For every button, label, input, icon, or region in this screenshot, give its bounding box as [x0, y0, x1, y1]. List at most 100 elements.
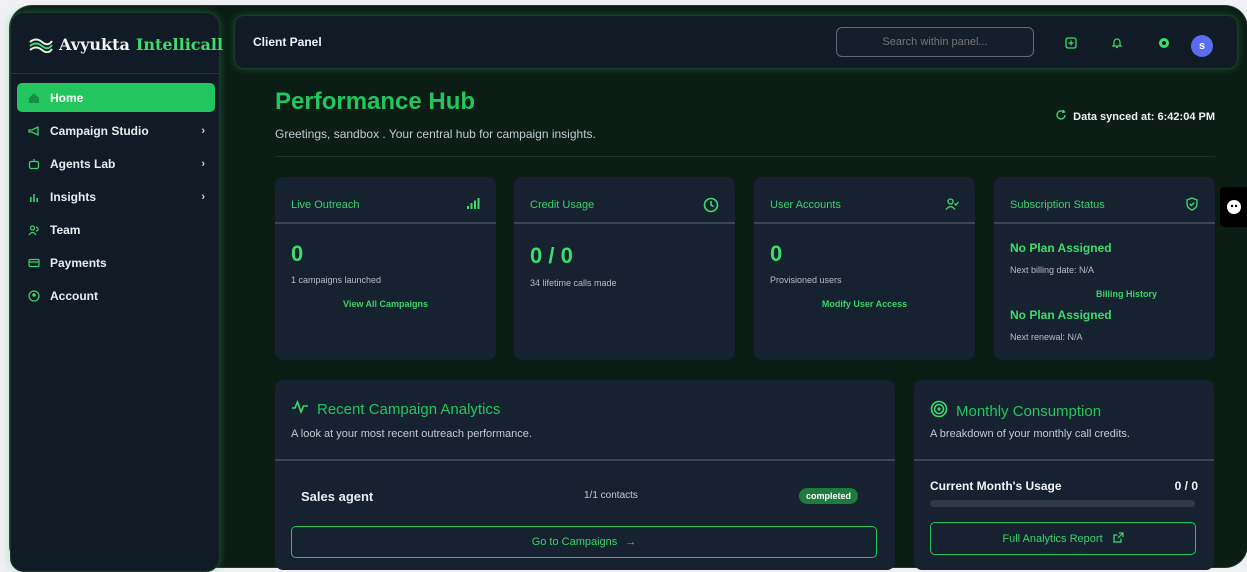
- chevron-right-icon: ›: [201, 157, 205, 170]
- add-square-icon[interactable]: [1063, 35, 1079, 51]
- clock-icon: [703, 197, 719, 216]
- usage-value: 0 / 0: [1174, 479, 1198, 493]
- home-icon: [27, 91, 41, 105]
- sidebar-item-campaign-studio[interactable]: Campaign Studio ›: [17, 116, 215, 145]
- user-accounts-card: User Accounts 0 Provisioned users Modify…: [754, 177, 975, 360]
- bot-icon: [27, 157, 41, 171]
- go-to-campaigns-button[interactable]: Go to Campaigns →: [291, 526, 877, 558]
- arrow-right-icon: →: [625, 536, 637, 548]
- bell-icon[interactable]: [1109, 35, 1125, 51]
- users-icon: [27, 223, 41, 237]
- plan-status: No Plan Assigned: [1010, 241, 1112, 255]
- credit-usage-card: Credit Usage 0 / 0 34 lifetime calls mad…: [514, 177, 735, 360]
- brand-wave-icon: [29, 38, 53, 53]
- panel-description: A look at your most recent outreach perf…: [291, 428, 532, 440]
- card-divider: [514, 222, 735, 224]
- main-content: Performance Hub Greetings, sandbox . You…: [230, 72, 1237, 570]
- sidebar: Avyukta Intellicall Home Campaign Studio…: [10, 12, 223, 572]
- account-icon: [27, 289, 41, 303]
- header-divider: [275, 156, 1215, 157]
- live-outreach-card: Live Outreach 0 1 campaigns launched Vie…: [275, 177, 496, 360]
- activity-icon: [291, 399, 309, 418]
- brand-divider: [11, 73, 219, 74]
- brand-name-accent: Intellicall: [135, 35, 224, 54]
- plan-status-secondary: No Plan Assigned: [1010, 308, 1112, 322]
- sidebar-item-agents-lab[interactable]: Agents Lab ›: [17, 149, 215, 178]
- modify-user-access-link[interactable]: Modify User Access: [754, 299, 975, 309]
- sidebar-item-insights[interactable]: Insights ›: [17, 182, 215, 211]
- card-divider: [754, 222, 975, 224]
- chat-bubble-icon: [1226, 200, 1241, 214]
- button-label: Full Analytics Report: [1002, 532, 1103, 545]
- greeting-text: Greetings, sandbox . Your central hub fo…: [275, 127, 596, 141]
- full-analytics-report-button[interactable]: Full Analytics Report: [930, 522, 1196, 555]
- search-input[interactable]: [836, 27, 1034, 57]
- credit-subtext: 34 lifetime calls made: [530, 278, 617, 288]
- outreach-value: 0: [291, 241, 304, 266]
- sidebar-item-label: Insights: [50, 189, 97, 204]
- panel-divider: [275, 459, 895, 461]
- sidebar-item-account[interactable]: Account: [17, 281, 215, 310]
- panel-title: Monthly Consumption: [930, 400, 1101, 422]
- outreach-subtext: 1 campaigns launched: [291, 275, 382, 285]
- sidebar-nav: Home Campaign Studio › Agents Lab › Insi…: [17, 83, 215, 314]
- usage-progress-bar: [930, 500, 1195, 507]
- billing-history-link[interactable]: Billing History: [1016, 289, 1237, 299]
- panel-title: Client Panel: [253, 35, 322, 49]
- campaign-name[interactable]: Sales agent: [301, 489, 373, 504]
- bar-chart-icon: [27, 190, 41, 204]
- card-title: Live Outreach: [291, 199, 360, 211]
- target-icon: [930, 400, 948, 422]
- chevron-right-icon: ›: [201, 190, 205, 203]
- card-title: User Accounts: [770, 199, 841, 211]
- users-subtext: Provisioned users: [770, 275, 842, 285]
- external-link-icon: [1113, 531, 1124, 546]
- analytics-title-text: Recent Campaign Analytics: [317, 400, 501, 418]
- floating-chat-widget[interactable]: [1220, 187, 1247, 227]
- top-bar: Client Panel s: [234, 15, 1238, 69]
- card-divider: [275, 222, 496, 224]
- campaign-contacts: 1/1 contacts: [584, 490, 638, 501]
- user-check-icon: [945, 197, 959, 214]
- sidebar-item-label: Campaign Studio: [50, 123, 149, 138]
- page-title: Performance Hub: [275, 88, 476, 115]
- panel-title: Recent Campaign Analytics: [291, 399, 501, 418]
- sidebar-item-home[interactable]: Home: [17, 83, 215, 112]
- sync-status: Data synced at: 6:42:04 PM: [1055, 109, 1215, 124]
- panel-description: A breakdown of your monthly call credits…: [930, 428, 1130, 440]
- chevron-right-icon: ›: [201, 124, 205, 137]
- sync-text: Data synced at: 6:42:04 PM: [1073, 110, 1215, 123]
- usage-label: Current Month's Usage: [930, 479, 1062, 493]
- subscription-status-card: Subscription Status No Plan Assigned Nex…: [994, 177, 1215, 360]
- view-all-campaigns-link[interactable]: View All Campaigns: [275, 299, 496, 309]
- monthly-consumption-panel: Monthly Consumption A breakdown of your …: [914, 380, 1214, 570]
- signal-icon: [466, 197, 480, 212]
- sidebar-item-label: Agents Lab: [50, 156, 116, 171]
- avatar[interactable]: s: [1191, 35, 1213, 57]
- sidebar-item-team[interactable]: Team: [17, 215, 215, 244]
- sidebar-item-label: Payments: [50, 255, 107, 270]
- next-billing-date: Next billing date: N/A: [1010, 265, 1095, 275]
- refresh-icon: [1055, 109, 1067, 124]
- consumption-title-text: Monthly Consumption: [956, 402, 1102, 420]
- credit-card-icon: [27, 256, 41, 270]
- help-icon[interactable]: [1156, 35, 1172, 51]
- card-title: Subscription Status: [1010, 199, 1105, 211]
- recent-campaign-analytics-panel: Recent Campaign Analytics A look at your…: [275, 380, 895, 570]
- card-divider: [994, 222, 1215, 224]
- panel-divider: [914, 459, 1214, 461]
- status-badge: completed: [799, 488, 859, 504]
- sidebar-item-label: Home: [50, 90, 84, 105]
- users-value: 0: [770, 241, 783, 266]
- button-label: Go to Campaigns: [531, 536, 618, 548]
- brand-logo[interactable]: Avyukta Intellicall: [29, 35, 223, 54]
- credit-value: 0 / 0: [530, 243, 573, 268]
- megaphone-icon: [27, 124, 41, 138]
- sidebar-item-payments[interactable]: Payments: [17, 248, 215, 277]
- sidebar-item-label: Team: [50, 222, 81, 237]
- card-title: Credit Usage: [530, 199, 595, 211]
- brand-name: Avyukta: [59, 35, 130, 54]
- shield-check-icon: [1185, 197, 1199, 214]
- next-renewal-date: Next renewal: N/A: [1010, 332, 1083, 342]
- sidebar-item-label: Account: [50, 288, 98, 303]
